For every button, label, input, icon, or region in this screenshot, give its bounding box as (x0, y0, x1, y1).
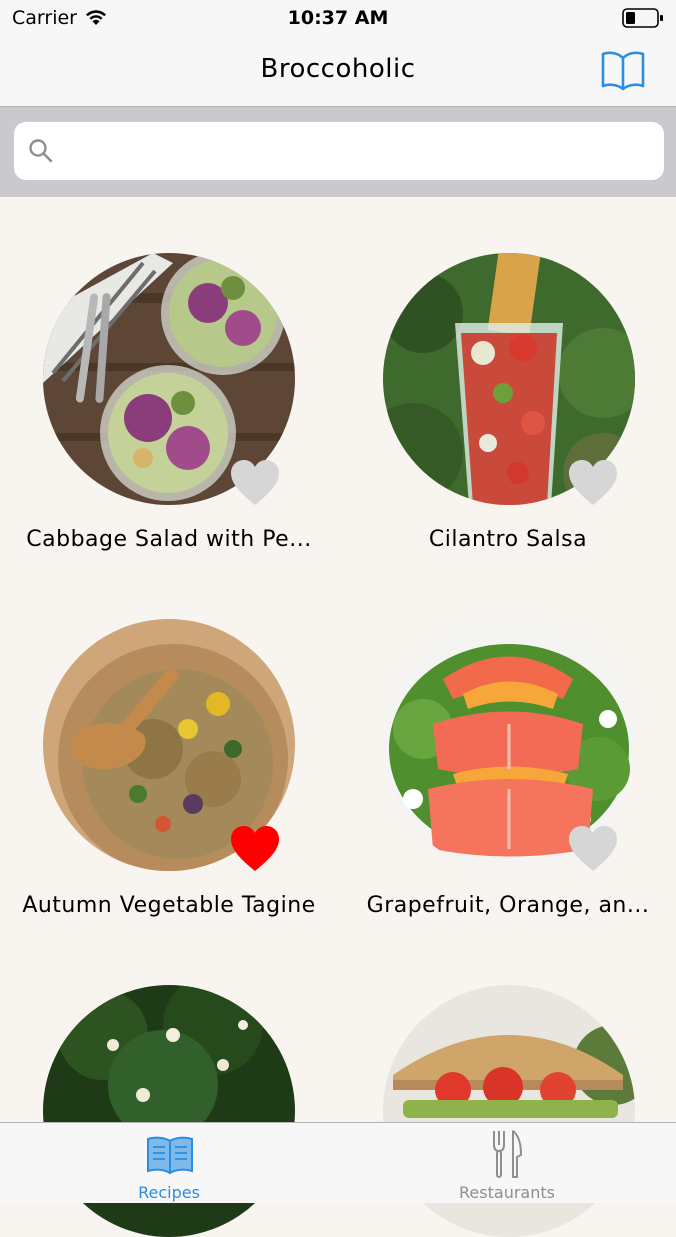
page-title: Broccoholic (260, 54, 416, 84)
tab-bar: Recipes Restaurants (0, 1122, 676, 1203)
fork-knife-icon (493, 1130, 522, 1178)
search-bar (0, 107, 676, 197)
navigation-bar: Broccoholic (0, 36, 676, 107)
recipe-title: Cilantro Salsa (428, 527, 588, 552)
tab-restaurants[interactable]: Restaurants (338, 1123, 676, 1203)
favorite-heart-icon[interactable] (229, 825, 281, 873)
recipe-title: Autumn Vegetable Tagine (22, 893, 316, 918)
recipe-title: Cabbage Salad with Pe... (26, 527, 312, 552)
search-icon (29, 139, 53, 163)
clock: 10:37 AM (287, 7, 389, 29)
tab-recipes[interactable]: Recipes (0, 1123, 338, 1203)
tab-label-restaurants: Restaurants (459, 1183, 555, 1202)
recipe-title: Grapefruit, Orange, an... (366, 893, 650, 918)
search-field[interactable] (14, 122, 664, 180)
open-book-icon (147, 1136, 193, 1175)
tab-label-recipes: Recipes (138, 1183, 200, 1202)
battery-icon (622, 8, 663, 28)
favorite-heart-icon[interactable] (567, 825, 619, 873)
favorite-heart-icon[interactable] (229, 459, 281, 507)
search-input[interactable] (66, 132, 650, 172)
status-bar: Carrier 10:37 AM (0, 0, 676, 36)
favorite-heart-icon[interactable] (567, 459, 619, 507)
book-icon[interactable] (600, 48, 646, 92)
